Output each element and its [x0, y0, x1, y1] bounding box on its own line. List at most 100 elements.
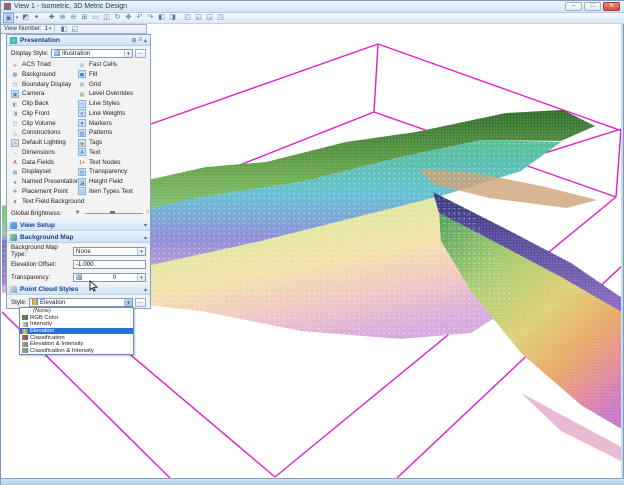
global-brightness-row: Global Brightness: ☀ ☼ — [7, 207, 151, 219]
presentation-collapse-icon[interactable]: ▴ — [144, 37, 147, 44]
panel-list-view-icon[interactable]: ≡ — [138, 37, 142, 43]
toggle-label: Fill — [89, 70, 98, 78]
style-option-classification-intensity[interactable]: Classification & Intensity — [20, 348, 133, 355]
toggle-label: Clip Back — [22, 100, 49, 107]
zoom-in-icon[interactable]: ⊕ — [57, 13, 68, 23]
presentation-section-header[interactable]: Presentation ⊞ ≡ ▴ — [7, 35, 150, 46]
toggle-background[interactable]: ▦ Background — [11, 70, 56, 79]
acs-triad-icon: ✛ — [12, 62, 18, 69]
point-cloud-style-combo[interactable]: Elevation ▾ — [29, 297, 133, 307]
panel-grid-view-icon[interactable]: ⊞ — [131, 37, 136, 44]
view-toolbar: ▣ ▾ ◩ ✦ ✚ ⊕ ⊖ ⊞ ▭ ◫ ↻ ✥ ↶ ↷ ◧ ◨ ◰ ◱ ◲ ◳ — [1, 13, 624, 24]
style-option-elevation-intensity[interactable]: Elevation & Intensity — [20, 341, 133, 348]
pan-view-icon[interactable]: ✥ — [123, 13, 134, 23]
style-option-elevation[interactable]: Elevation — [20, 327, 133, 335]
toggle-fast-cells[interactable]: ⊞ Fast Cells — [78, 60, 117, 69]
background-map-type-combo[interactable]: None ▾ — [73, 246, 146, 256]
point-cloud-style-caret-icon[interactable]: ▾ — [124, 298, 132, 306]
view-display-mode-icon[interactable]: ◩ — [20, 13, 31, 23]
toggle-clip-front[interactable]: ◨ Clip Front — [11, 109, 50, 118]
brightness-dim-icon: ☀ — [75, 210, 81, 216]
apply-window-2-icon[interactable]: ◨ — [167, 13, 178, 23]
point-cloud-styles-collapse-icon[interactable]: ▴ — [144, 286, 147, 293]
toggle-level-overrides[interactable]: ▤ Level Overrides — [78, 89, 133, 98]
toggle-placement-point[interactable]: ✛ Placement Point — [11, 187, 68, 196]
manage-view-groups-icon[interactable]: ◱ — [69, 25, 80, 34]
toggle-dimensions[interactable]: ↔ Dimensions — [11, 148, 55, 157]
toggle-label: Constructions — [22, 129, 61, 137]
view-setup-collapse-icon[interactable]: ▾ — [144, 222, 147, 229]
toggle-displayset[interactable]: ▤ Displayset — [11, 167, 51, 176]
toggle-item-types-text[interactable]: ▭ Item Types Text — [78, 187, 133, 196]
toggle-patterns[interactable]: ▨ Patterns — [78, 128, 112, 137]
toggle-line-weights[interactable]: ≡ Line Weights — [78, 109, 125, 118]
background-map-section-header[interactable]: Background Map ▴ — [7, 232, 150, 243]
toggle-height-field[interactable]: ◪ Height Field — [78, 177, 123, 186]
elevation-offset-field[interactable] — [73, 259, 146, 269]
toggle-label: Markers — [89, 119, 112, 127]
close-button[interactable]: ✕ — [603, 2, 620, 11]
markers-icon: ▼ — [78, 119, 86, 127]
adjust-view-brightness-icon[interactable]: ✦ — [31, 13, 42, 23]
view-number-value[interactable]: 1 — [45, 26, 48, 32]
background-map-collapse-icon[interactable]: ▴ — [144, 234, 147, 241]
maximize-button[interactable]: □ — [584, 2, 601, 11]
view-setup-section-header[interactable]: View Setup ▾ — [7, 220, 150, 231]
apply-window-1-icon[interactable]: ◧ — [156, 13, 167, 23]
style-option-label: Intensity — [30, 321, 52, 328]
fit-view-icon[interactable]: ▭ — [90, 13, 101, 23]
transparency-icon: ▥ — [78, 167, 86, 176]
toggle-named-presentation[interactable]: ★ Named Presentation — [11, 177, 80, 186]
view-number-caret-icon[interactable]: ▾ — [49, 26, 52, 32]
clip-volume-icon[interactable]: ◰ — [182, 13, 193, 23]
toggle-acs-triad[interactable]: ✛ ACS Triad — [11, 60, 51, 69]
display-style-combo[interactable]: Illustration ▾ — [51, 48, 133, 58]
transparency-combo[interactable]: 0 ▾ — [73, 272, 146, 282]
toggle-constructions[interactable]: △ Constructions — [11, 128, 61, 137]
toggle-text-field-background[interactable]: a Text Field Background — [11, 197, 85, 206]
point-cloud-style-more-button[interactable]: ... — [135, 297, 146, 307]
view-setup-icon — [10, 221, 17, 229]
toggle-camera[interactable]: ▣ Camera — [11, 89, 44, 98]
rotate-view-icon[interactable]: ↻ — [112, 13, 123, 23]
toggle-tags[interactable]: ◆ Tags — [78, 138, 102, 147]
view-previous-icon[interactable]: ↶ — [134, 13, 145, 23]
style-option--none-[interactable]: (None) — [20, 308, 133, 315]
toggle-grid[interactable]: ▦ Grid — [78, 80, 101, 89]
toggle-default-lighting[interactable]: ☀ Default Lighting — [11, 138, 66, 147]
style-option-intensity[interactable]: Intensity — [20, 321, 133, 328]
view-attributes-icon[interactable]: ▣ — [3, 13, 14, 23]
navigate-view-icon[interactable]: ◳ — [215, 13, 226, 23]
view-next-icon[interactable]: ↷ — [145, 13, 156, 23]
minimize-button[interactable]: – — [565, 2, 582, 11]
clip-mask-icon[interactable]: ◱ — [193, 13, 204, 23]
toggle-data-fields[interactable]: A Data Fields — [11, 158, 54, 167]
style-option-classification[interactable]: Classification — [20, 334, 133, 341]
point-cloud-styles-title: Point Cloud Styles — [20, 285, 79, 293]
style-option-label: Elevation & Intensity — [30, 341, 84, 348]
transparency-caret-icon[interactable]: ▾ — [137, 273, 145, 281]
style-option-rgb-color[interactable]: RGB Color — [20, 315, 133, 322]
toggle-line-styles[interactable]: ≈ Line Styles — [78, 99, 120, 108]
camera-settings-icon[interactable]: ◲ — [204, 13, 215, 23]
display-style-value: Illustration — [62, 49, 91, 57]
toggle-text[interactable]: A Text — [78, 148, 101, 157]
show-view-toggle-icon[interactable]: ◧ — [58, 25, 69, 34]
toggle-transparency[interactable]: ▥ Transparency — [78, 167, 127, 176]
toggle-clip-volume[interactable]: ◰ Clip Volume — [11, 119, 56, 128]
update-view-icon[interactable]: ✚ — [46, 13, 57, 23]
toggle-text-nodes[interactable]: 1+ Text Nodes — [78, 158, 120, 167]
display-style-more-button[interactable]: ... — [135, 48, 146, 58]
global-brightness-handle[interactable] — [110, 211, 115, 214]
toggle-markers[interactable]: ▼ Markers — [78, 119, 112, 128]
toggle-boundary-display[interactable]: ◳ Boundary Display — [11, 80, 72, 89]
copy-view-icon[interactable]: ◫ — [101, 13, 112, 23]
toggle-clip-back[interactable]: ◧ Clip Back — [11, 99, 49, 108]
background-map-type-caret-icon[interactable]: ▾ — [137, 247, 145, 255]
zoom-out-icon[interactable]: ⊖ — [68, 13, 79, 23]
display-style-caret-icon[interactable]: ▾ — [124, 49, 132, 57]
toggle-fill[interactable]: ◼ Fill — [78, 70, 97, 79]
toggle-label: Text Field Background — [22, 197, 85, 205]
window-area-icon[interactable]: ⊞ — [79, 13, 90, 23]
point-cloud-styles-section-header[interactable]: Point Cloud Styles ▴ — [7, 284, 150, 295]
